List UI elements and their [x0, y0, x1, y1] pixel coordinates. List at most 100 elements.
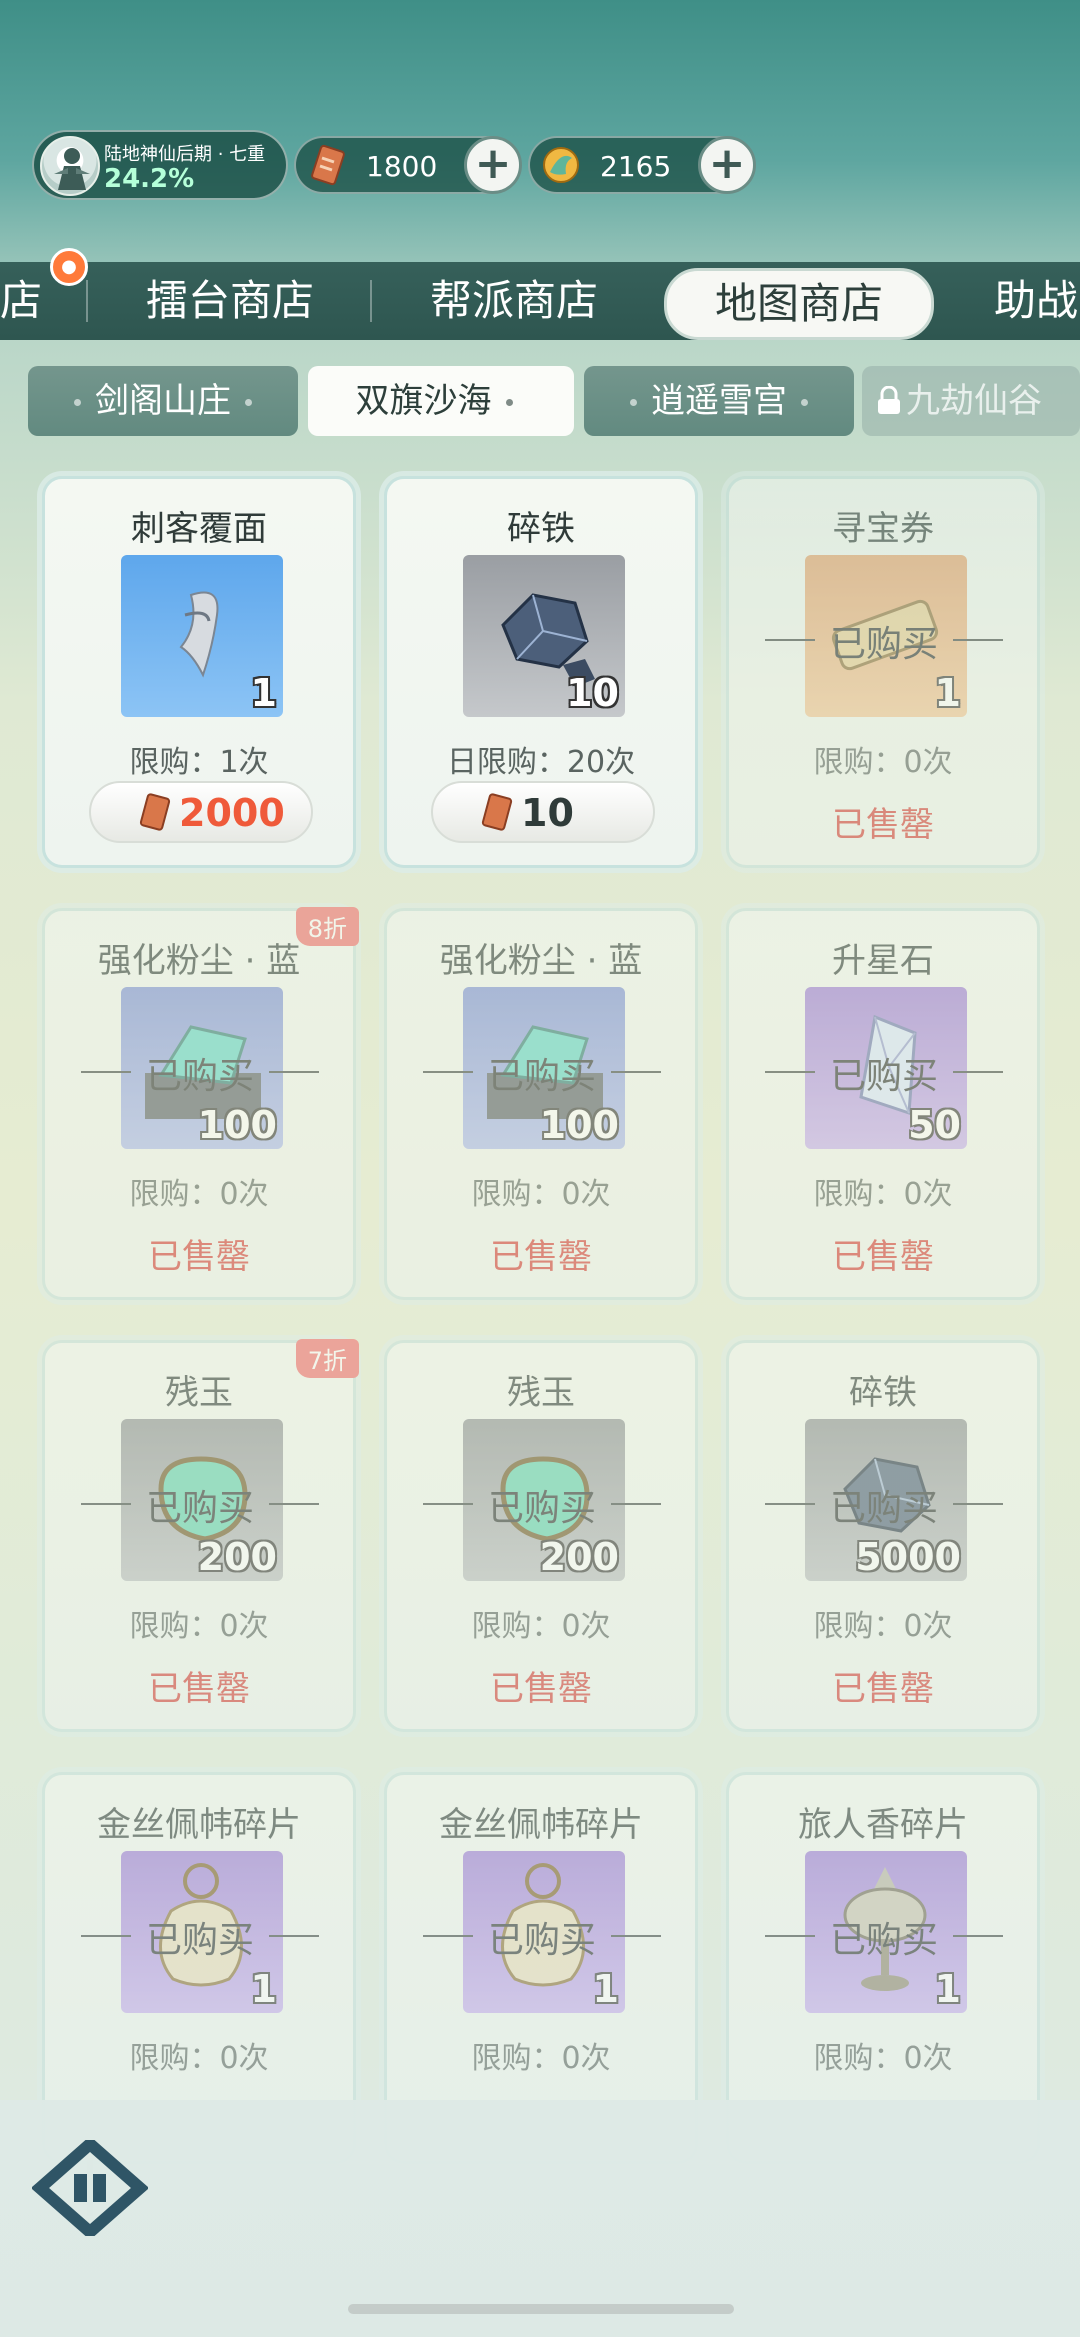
dot-icon	[801, 399, 808, 406]
purchase-limit: 限购：0次	[471, 1609, 611, 1644]
bought-label: 已购买	[81, 1047, 319, 1097]
subtab-label: 逍遥雪宫	[651, 381, 787, 421]
bought-label: 已购买	[765, 1911, 1003, 1961]
character-icon	[54, 148, 90, 190]
lock-icon	[878, 386, 900, 414]
bought-label: 已购买	[81, 1479, 319, 1529]
subtab-jiange[interactable]: 剑阁山庄	[28, 366, 298, 436]
purchase-limit: 限购：0次	[471, 2041, 611, 2076]
dot-icon	[505, 399, 513, 406]
item-card-broken-jade: 残玉 200 7折 已购买 限购：0次 已售罄	[42, 1339, 359, 1732]
sold-out-label: 已售罄	[148, 1237, 250, 1277]
item-name: 碎铁	[507, 509, 575, 549]
item-name: 碎铁	[849, 1373, 917, 1413]
home-indicator[interactable]	[348, 2304, 734, 2314]
bottom-bar	[0, 2100, 1080, 2337]
buy-button[interactable]: 2000	[89, 781, 313, 843]
subtab-jiujie-locked[interactable]: 九劫仙谷	[862, 366, 1080, 436]
item-card-broken-jade: 残玉 200 已购买 限购：0次 已售罄	[384, 1340, 698, 1732]
currency-value: 1800	[366, 150, 438, 183]
sold-out-label: 已售罄	[148, 1669, 250, 1709]
item-card-assassin-mask[interactable]: 刺客覆面 1 限购：1次 2000	[42, 476, 356, 868]
purchase-limit: 限购：0次	[813, 2041, 953, 2076]
item-quantity: 200	[539, 1535, 619, 1579]
purchase-limit: 限购：0次	[129, 1177, 269, 1212]
item-quantity: 50	[908, 1103, 961, 1147]
item-card-dust-blue: 强化粉尘 · 蓝 100 已购买 限购：0次 已售罄	[384, 908, 698, 1300]
dot-icon	[74, 399, 81, 406]
dot-icon	[245, 399, 252, 406]
item-name: 寻宝券	[832, 509, 934, 549]
discount-badge: 7折	[295, 1339, 359, 1378]
tab-divider	[370, 280, 372, 322]
item-image: 1	[121, 555, 283, 717]
add-currency-button[interactable]: +	[698, 136, 756, 194]
item-quantity: 200	[197, 1535, 277, 1579]
item-card-star-stone: 升星石 50 已购买 限购：0次 已售罄	[726, 908, 1040, 1300]
subtab-label: 双旗沙海	[355, 381, 492, 421]
purchase-limit: 限购：0次	[471, 1177, 611, 1212]
item-price: 2000	[179, 791, 285, 835]
bought-label: 已购买	[765, 1047, 1003, 1097]
ticket-icon	[311, 144, 345, 186]
item-name: 金丝佩帏碎片	[97, 1805, 301, 1845]
item-name: 金丝佩帏碎片	[439, 1805, 643, 1845]
dot-icon	[630, 399, 637, 406]
currency-value: 2165	[600, 150, 672, 183]
item-price: 10	[521, 791, 574, 835]
bought-label: 已购买	[423, 1047, 661, 1097]
tab-store-partial[interactable]: 店	[0, 262, 42, 340]
purchase-limit: 限购：0次	[813, 1609, 953, 1644]
tab-map-store[interactable]: 地图商店	[664, 268, 935, 340]
subtab-xiaoyao[interactable]: 逍遥雪宫	[584, 366, 854, 436]
purchase-limit: 限购：0次	[813, 745, 953, 780]
ticket-icon	[481, 793, 513, 831]
player-status[interactable]: 陆地神仙后期 · 七重 24.2%	[32, 130, 288, 200]
item-name: 刺客覆面	[131, 509, 267, 549]
item-quantity: 1	[250, 1967, 277, 2011]
buy-button[interactable]: 10	[431, 781, 655, 843]
purchase-limit: 限购：0次	[129, 2041, 269, 2076]
add-currency-button[interactable]: +	[464, 136, 522, 194]
item-quantity: 1	[250, 671, 277, 715]
realm-label: 陆地神仙后期 · 七重	[104, 144, 266, 165]
purchase-limit: 日限购：20次	[446, 745, 636, 780]
item-name: 强化粉尘 · 蓝	[439, 941, 643, 981]
sold-out-label: 已售罄	[490, 1669, 592, 1709]
progress-percent: 24.2%	[104, 164, 195, 194]
discount-badge: 8折	[295, 907, 359, 946]
purchase-limit: 限购：0次	[129, 1609, 269, 1644]
subtab-label: 剑阁山庄	[95, 381, 231, 421]
tab-guild-store[interactable]: 帮派商店	[430, 262, 598, 340]
purchase-limit: 限购：1次	[129, 745, 269, 780]
game-logo-icon[interactable]	[32, 2140, 148, 2236]
item-image: 10	[463, 555, 625, 717]
item-quantity: 100	[539, 1103, 619, 1147]
notification-badge-icon: ●	[50, 248, 88, 286]
subtab-label: 九劫仙谷	[906, 381, 1042, 421]
ticket-icon	[139, 793, 171, 831]
item-quantity: 1	[934, 671, 961, 715]
coin-icon	[543, 147, 579, 183]
item-quantity: 5000	[855, 1535, 961, 1579]
bought-label: 已购买	[423, 1479, 661, 1529]
tab-arena-store[interactable]: 擂台商店	[146, 262, 314, 340]
item-quantity: 10	[566, 671, 619, 715]
avatar	[40, 136, 100, 196]
sold-out-label: 已售罄	[490, 1237, 592, 1277]
item-card-scrap-iron[interactable]: 碎铁 10 日限购：20次 10	[384, 476, 698, 868]
bought-label: 已购买	[423, 1911, 661, 1961]
main-tabs: 店 擂台商店 帮派商店 地图商店 助战	[0, 262, 1080, 340]
currency-jade-coin: 2165 +	[528, 136, 756, 194]
item-quantity: 1	[934, 1967, 961, 2011]
sold-out-label: 已售罄	[832, 1669, 934, 1709]
item-quantity: 100	[197, 1103, 277, 1147]
item-name: 旅人香碎片	[798, 1805, 968, 1845]
bought-label: 已购买	[765, 1479, 1003, 1529]
tab-assist[interactable]: 助战	[994, 262, 1078, 340]
subtab-shuangqi[interactable]: 双旗沙海	[308, 366, 574, 436]
item-card-treasure-ticket: 寻宝券 1 已购买 限购：0次 已售罄	[726, 476, 1040, 868]
bought-label: 已购买	[765, 615, 1003, 665]
item-card-scrap-iron: 碎铁 5000 已购买 限购：0次 已售罄	[726, 1340, 1040, 1732]
bought-label: 已购买	[81, 1911, 319, 1961]
